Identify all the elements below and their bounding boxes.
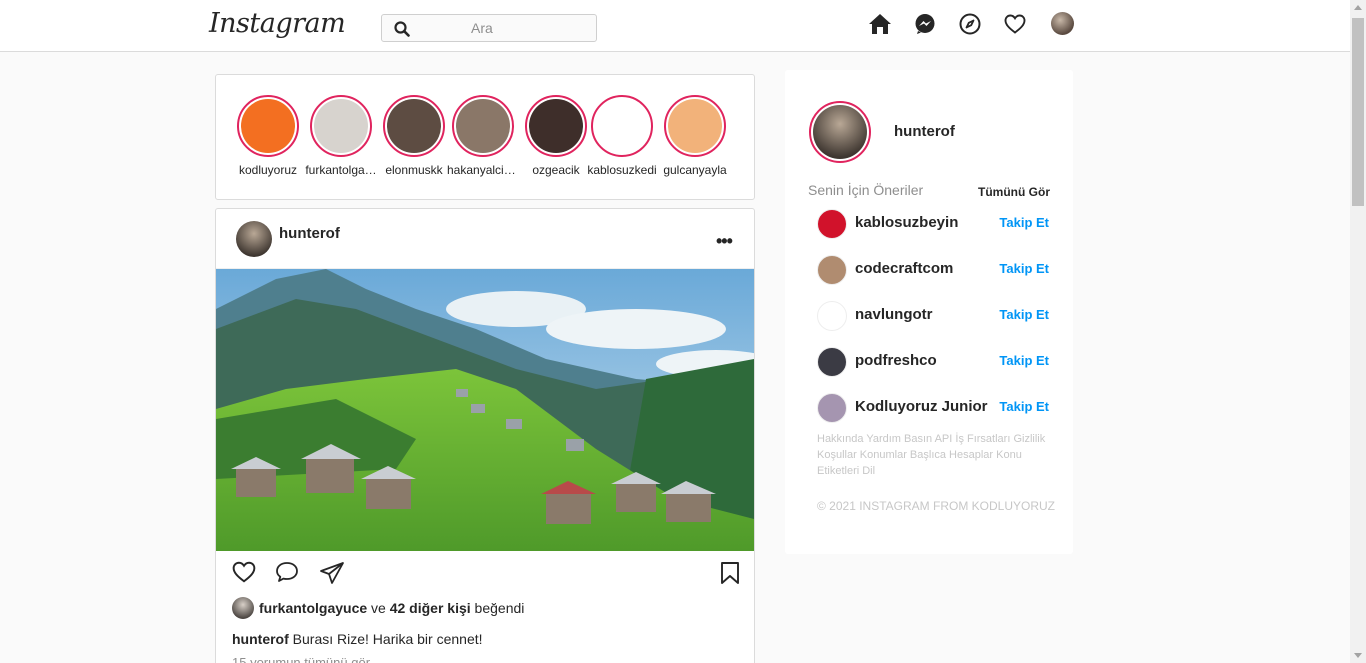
page-scrollbar[interactable] [1350, 0, 1366, 663]
search-placeholder: Ara [471, 20, 493, 36]
likes-count[interactable]: 42 diğer kişi [390, 600, 471, 616]
story-username: ozgeacik [532, 163, 580, 177]
suggestion-row: codecraftcom Takip Et [817, 255, 1049, 285]
scroll-up-arrow[interactable] [1354, 5, 1362, 10]
story-item[interactable]: hakanyalcin… [447, 95, 519, 177]
nav-icons [868, 12, 1048, 36]
suggestion-avatar[interactable] [817, 347, 847, 377]
story-item[interactable]: ozgeacik [524, 95, 588, 177]
follow-button[interactable]: Takip Et [999, 399, 1049, 414]
suggestion-username[interactable]: navlungotr [855, 306, 933, 323]
story-username: elonmuskk [385, 163, 443, 177]
scroll-down-arrow[interactable] [1354, 653, 1362, 658]
scrollbar-thumb[interactable] [1352, 18, 1364, 206]
story-username: kablosuzkedi [587, 163, 657, 177]
follow-button[interactable]: Takip Et [999, 307, 1049, 322]
suggestion-username[interactable]: kablosuzbeyin [855, 214, 958, 231]
story-item[interactable]: kablosuzkedi [587, 95, 657, 177]
suggestion-row: podfreshco Takip Et [817, 347, 1049, 377]
story-item[interactable]: gulcanyayla [663, 95, 727, 177]
follow-button[interactable]: Takip Et [999, 261, 1049, 276]
explore-icon[interactable] [958, 12, 982, 36]
suggestion-avatar[interactable] [817, 301, 847, 331]
suggestion-avatar[interactable] [817, 393, 847, 423]
story-ring[interactable] [664, 95, 726, 157]
suggestion-username[interactable]: codecraftcom [855, 260, 953, 277]
follow-button[interactable]: Takip Et [999, 215, 1049, 230]
story-avatar [529, 99, 583, 153]
suggestion-username[interactable]: podfreshco [855, 352, 937, 369]
post-author-name[interactable]: hunterof [279, 225, 340, 242]
story-username: furkantolga… [305, 163, 377, 177]
feed-post: hunterof ••• furkantolgayuce ve 42 diğer… [215, 208, 755, 663]
likes-and: ve [371, 600, 386, 616]
suggestion-row: navlungotr Takip Et [817, 301, 1049, 331]
post-header: hunterof ••• [216, 209, 754, 269]
story-ring[interactable] [525, 95, 587, 157]
post-image[interactable] [216, 269, 754, 551]
save-icon[interactable] [720, 561, 740, 590]
liker-name[interactable]: furkantolgayuce [259, 600, 367, 616]
instagram-logo[interactable]: Instagram [209, 8, 346, 39]
right-sidebar: hunterof Senin İçin Öneriler Tümünü Gör … [785, 70, 1073, 554]
my-username[interactable]: hunterof [894, 123, 955, 140]
story-avatar [387, 99, 441, 153]
story-ring[interactable] [452, 95, 514, 157]
story-username: gulcanyayla [663, 163, 727, 177]
likes-suffix: beğendi [474, 600, 525, 616]
search-input[interactable]: Ara [381, 14, 597, 42]
suggestion-avatar[interactable] [817, 255, 847, 285]
story-avatar [314, 99, 368, 153]
share-icon[interactable] [319, 561, 345, 590]
see-all-button[interactable]: Tümünü Gör [978, 185, 1050, 199]
stories-tray: kodluyoruz furkantolga… elonmuskk hakanyalc… [215, 74, 755, 200]
story-item[interactable]: furkantolga… [305, 95, 377, 177]
home-icon[interactable] [868, 12, 892, 36]
story-ring[interactable] [237, 95, 299, 157]
suggestion-avatar[interactable] [817, 209, 847, 239]
suggestion-row: kablosuzbeyin Takip Et [817, 209, 1049, 239]
post-author-avatar[interactable] [236, 221, 272, 257]
caption-text: Burası Rize! Harika bir cennet! [292, 631, 483, 647]
story-username: hakanyalcin… [447, 163, 519, 177]
comment-icon[interactable] [275, 561, 299, 588]
more-options-icon[interactable]: ••• [716, 231, 733, 252]
story-ring[interactable] [310, 95, 372, 157]
top-navigation-bar: Instagram Ara [0, 0, 1350, 52]
likes-summary: furkantolgayuce ve 42 diğer kişi beğendi [232, 597, 524, 619]
story-avatar [456, 99, 510, 153]
story-item[interactable]: kodluyoruz [236, 95, 300, 177]
search-icon [394, 21, 410, 42]
post-actions [216, 559, 754, 591]
post-caption: hunterof Burası Rize! Harika bir cennet! [232, 631, 483, 647]
story-avatar [595, 99, 649, 153]
story-ring[interactable] [591, 95, 653, 157]
suggestion-username[interactable]: Kodluyoruz Junior [855, 398, 988, 415]
caption-author[interactable]: hunterof [232, 631, 289, 647]
footer-links[interactable]: Hakkında Yardım Basın API İş Fırsatları … [817, 431, 1047, 479]
story-item[interactable]: elonmuskk [382, 95, 446, 177]
copyright: © 2021 INSTAGRAM FROM KODLUYORUZ [817, 499, 1055, 513]
heart-icon[interactable] [1003, 12, 1027, 36]
view-comments-link[interactable]: 15 yorumun tümünü gör [232, 655, 370, 663]
messenger-icon[interactable] [913, 12, 937, 36]
story-ring[interactable] [383, 95, 445, 157]
suggestion-row: Kodluyoruz Junior Takip Et [817, 393, 1049, 423]
my-avatar[interactable] [809, 101, 871, 163]
profile-avatar[interactable] [1051, 12, 1074, 35]
follow-button[interactable]: Takip Et [999, 353, 1049, 368]
like-icon[interactable] [232, 561, 256, 588]
story-avatar [241, 99, 295, 153]
story-username: kodluyoruz [238, 163, 298, 177]
story-avatar [668, 99, 722, 153]
suggestions-title: Senin İçin Öneriler [808, 182, 924, 198]
liker-avatar[interactable] [232, 597, 254, 619]
